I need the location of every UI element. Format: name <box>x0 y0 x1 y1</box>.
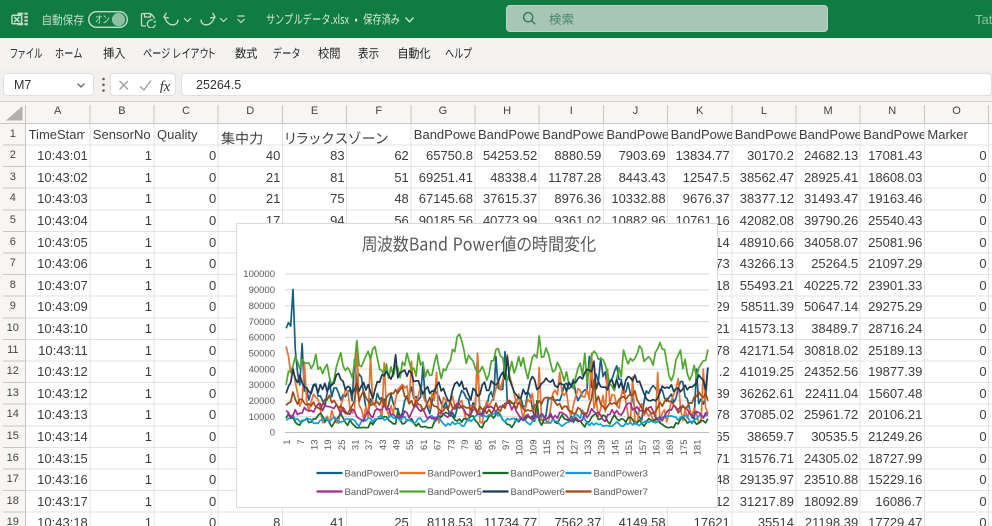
svg-text:100000: 100000 <box>243 269 275 280</box>
svg-text:7: 7 <box>296 440 307 445</box>
svg-text:49: 49 <box>392 440 403 451</box>
svg-text:109: 109 <box>528 440 539 456</box>
svg-text:fx: fx <box>160 79 171 93</box>
svg-text:85: 85 <box>474 440 485 451</box>
svg-text:80000: 80000 <box>249 301 275 312</box>
svg-text:157: 157 <box>638 440 649 456</box>
svg-text:BandPower1: BandPower1 <box>428 468 482 479</box>
svg-text:163: 163 <box>651 440 662 456</box>
svg-text:BandPower3: BandPower3 <box>594 468 648 479</box>
svg-text:139: 139 <box>597 440 608 456</box>
svg-text:BandPower5: BandPower5 <box>428 487 482 498</box>
svg-text:103: 103 <box>515 440 526 456</box>
svg-text:97: 97 <box>501 440 512 451</box>
svg-text:60000: 60000 <box>249 333 275 344</box>
svg-text:BandPower0: BandPower0 <box>345 468 399 479</box>
svg-text:50000: 50000 <box>249 348 275 359</box>
svg-text:BandPower6: BandPower6 <box>511 487 565 498</box>
svg-text:30000: 30000 <box>249 380 275 391</box>
svg-text:79: 79 <box>460 440 471 451</box>
svg-text:115: 115 <box>542 440 553 455</box>
svg-text:127: 127 <box>569 440 580 456</box>
svg-text:121: 121 <box>556 440 567 456</box>
svg-text:181: 181 <box>693 440 704 456</box>
svg-text:1: 1 <box>282 440 293 445</box>
svg-text:BandPower4: BandPower4 <box>345 487 399 498</box>
svg-text:133: 133 <box>583 440 594 456</box>
svg-text:40000: 40000 <box>249 364 275 375</box>
svg-text:31: 31 <box>351 440 362 451</box>
svg-text:13: 13 <box>310 440 321 451</box>
svg-text:91: 91 <box>487 440 498 451</box>
svg-text:90000: 90000 <box>249 285 275 296</box>
svg-text:10000: 10000 <box>249 412 275 423</box>
svg-text:BandPower2: BandPower2 <box>511 468 565 479</box>
svg-text:151: 151 <box>624 440 635 456</box>
svg-text:67: 67 <box>433 440 444 451</box>
svg-text:169: 169 <box>665 440 676 456</box>
svg-text:175: 175 <box>679 440 690 456</box>
svg-text:70000: 70000 <box>249 317 275 328</box>
svg-text:145: 145 <box>610 440 621 456</box>
svg-text:BandPower7: BandPower7 <box>594 487 648 498</box>
svg-text:37: 37 <box>364 440 375 451</box>
svg-text:25: 25 <box>337 440 348 451</box>
svg-text:61: 61 <box>419 440 430 451</box>
svg-text:20000: 20000 <box>249 396 275 407</box>
svg-text:19: 19 <box>323 440 334 451</box>
svg-text:43: 43 <box>378 440 389 451</box>
svg-text:55: 55 <box>405 440 416 451</box>
svg-text:73: 73 <box>446 440 457 451</box>
svg-text:0: 0 <box>270 428 275 439</box>
